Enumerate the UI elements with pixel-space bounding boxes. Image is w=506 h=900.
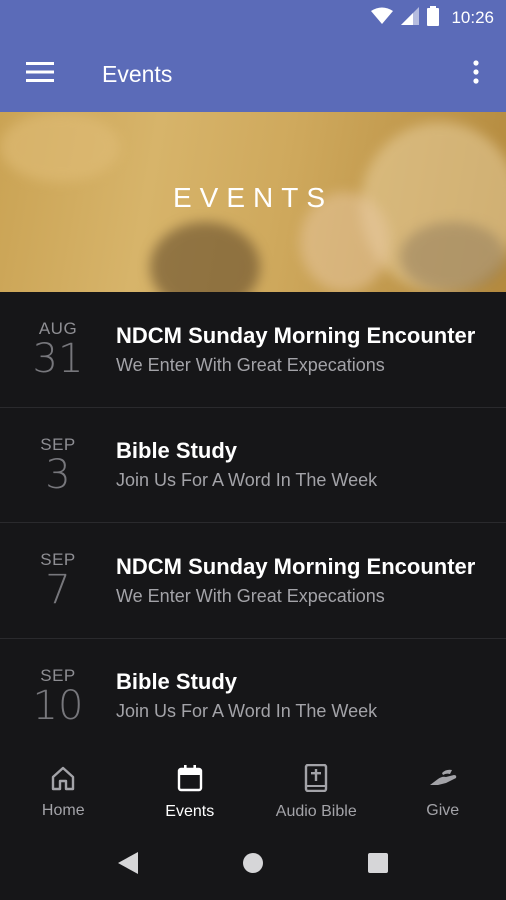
wifi-icon	[371, 7, 394, 30]
event-list-item[interactable]: SEP 7 NDCM Sunday Morning Encounter We E…	[0, 523, 506, 639]
status-bar: 10:26	[0, 0, 506, 36]
hero-title: EVENTS	[172, 182, 334, 213]
home-circle-icon[interactable]	[242, 852, 264, 879]
nav-audio-bible[interactable]: Audio Bible	[253, 753, 380, 831]
event-day: 3	[45, 451, 71, 498]
recents-square-icon[interactable]	[368, 853, 388, 878]
event-list-item[interactable]: AUG 31 NDCM Sunday Morning Encounter We …	[0, 292, 506, 408]
overflow-menu-button[interactable]	[446, 36, 506, 112]
nav-give-label: Give	[426, 801, 460, 819]
hero-photo-shape	[150, 222, 260, 292]
event-day: 31	[32, 336, 84, 383]
app-bar: Events	[0, 36, 506, 112]
bottom-navigation: Home Events Audio Bible Give	[0, 753, 506, 831]
home-icon	[50, 765, 76, 796]
event-subtitle: Join Us For A Word In The Week	[116, 701, 378, 722]
more-vertical-icon	[473, 59, 479, 89]
event-subtitle: We Enter With Great Expecations	[116, 354, 385, 375]
event-date: SEP 10	[0, 666, 116, 726]
bible-icon	[303, 763, 329, 797]
nav-audio-bible-label: Audio Bible	[275, 802, 357, 820]
event-list: AUG 31 NDCM Sunday Morning Encounter We …	[0, 292, 506, 754]
nav-give[interactable]: Give	[380, 753, 506, 831]
signal-icon	[401, 6, 420, 30]
hero-photo-shape	[400, 222, 506, 292]
nav-home[interactable]: Home	[0, 753, 127, 831]
event-title: NDCM Sunday Morning Encounter	[116, 322, 476, 348]
event-subtitle: Join Us For A Word In The Week	[116, 470, 378, 491]
calendar-icon	[177, 764, 203, 797]
hero-photo-shape	[0, 112, 120, 182]
hero-banner: EVENTS	[0, 112, 506, 292]
nav-events[interactable]: Events	[127, 753, 254, 831]
nav-events-label: Events	[165, 802, 215, 820]
battery-icon	[427, 5, 440, 31]
event-subtitle: We Enter With Great Expecations	[116, 585, 385, 606]
hamburger-menu-icon	[26, 61, 54, 87]
event-title: Bible Study	[116, 669, 238, 695]
event-list-item[interactable]: SEP 10 Bible Study Join Us For A Word In…	[0, 639, 506, 754]
status-time: 10:26	[451, 8, 494, 27]
nav-home-label: Home	[41, 801, 85, 819]
event-day: 10	[32, 682, 84, 729]
back-icon[interactable]	[118, 852, 138, 879]
menu-button[interactable]	[0, 36, 80, 112]
system-navigation-bar	[0, 831, 506, 900]
give-hand-icon	[428, 765, 458, 796]
event-day: 7	[45, 567, 71, 614]
event-title: Bible Study	[116, 438, 238, 464]
event-date: AUG 31	[0, 319, 116, 379]
event-date: SEP 7	[0, 550, 116, 610]
page-title: Events	[102, 60, 173, 87]
event-title: NDCM Sunday Morning Encounter	[116, 553, 476, 579]
event-date: SEP 3	[0, 435, 116, 495]
event-list-item[interactable]: SEP 3 Bible Study Join Us For A Word In …	[0, 408, 506, 523]
